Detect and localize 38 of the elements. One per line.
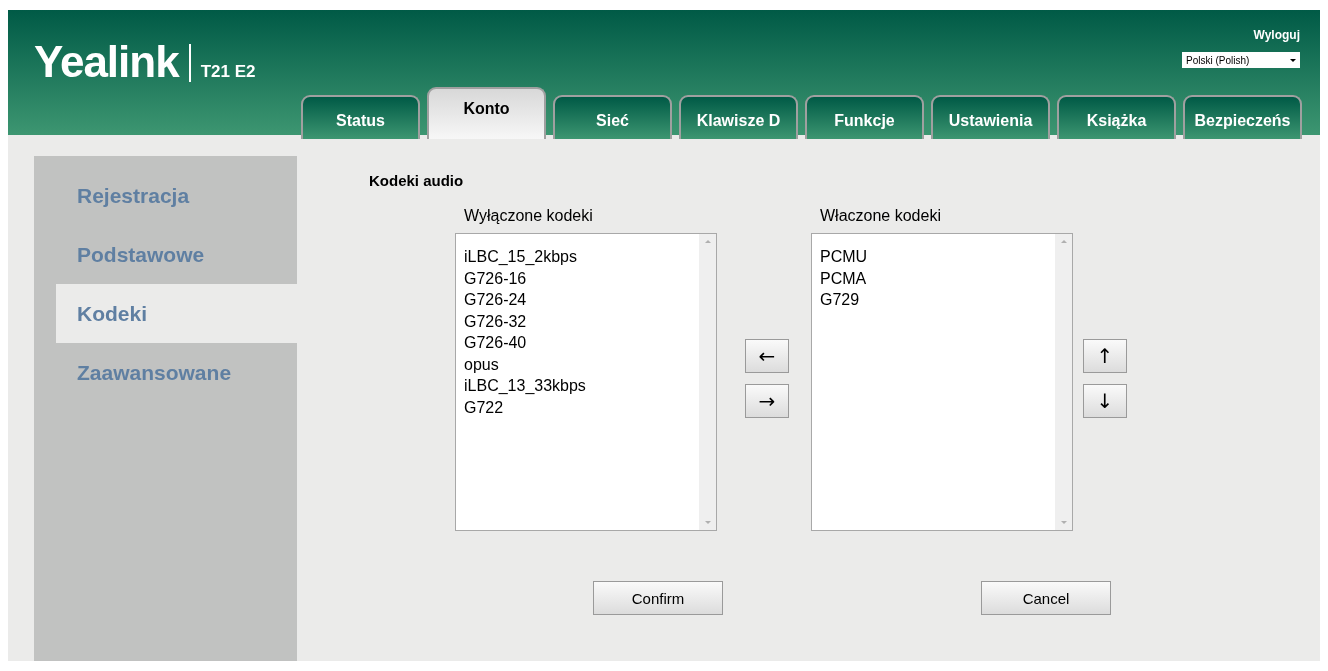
nav-tab[interactable]: Status bbox=[301, 95, 420, 139]
section-title: Kodeki audio bbox=[369, 172, 465, 189]
nav-tab[interactable]: Klawisze D bbox=[679, 95, 798, 139]
move-button[interactable]: ← bbox=[745, 339, 789, 373]
order-button[interactable]: ↑ bbox=[1083, 339, 1127, 373]
codec-option[interactable]: iLBC_13_33kbps bbox=[464, 375, 691, 397]
model-name: T21 E2 bbox=[200, 62, 256, 82]
codec-option[interactable]: G726-24 bbox=[464, 289, 691, 311]
order-button[interactable]: ↓ bbox=[1083, 384, 1127, 418]
scrollbar[interactable] bbox=[699, 234, 716, 530]
logo-divider bbox=[188, 44, 191, 82]
codec-option[interactable]: PCMA bbox=[820, 267, 1047, 289]
list-label: Właczone kodeki bbox=[820, 207, 942, 225]
nav-tab[interactable]: Sieć bbox=[553, 95, 672, 139]
action-button[interactable]: Cancel bbox=[981, 581, 1111, 615]
move-button[interactable]: → bbox=[745, 384, 789, 418]
nav-tab[interactable]: Bezpieczeńs bbox=[1183, 95, 1302, 139]
codec-option[interactable]: opus bbox=[464, 353, 691, 375]
codec-option[interactable]: G722 bbox=[464, 396, 691, 418]
codec-option[interactable]: G726-40 bbox=[464, 332, 691, 354]
nav-tab[interactable]: Konto bbox=[427, 87, 546, 139]
codec-option[interactable]: PCMU bbox=[820, 246, 1047, 268]
nav-tab[interactable]: Funkcje bbox=[805, 95, 924, 139]
codec-option[interactable]: iLBC_15_2kbps bbox=[464, 246, 691, 268]
brand-logo: Yealink bbox=[34, 40, 179, 84]
codec-list[interactable]: PCMU PCMA G729 bbox=[811, 233, 1073, 531]
list-label: Wyłączone kodeki bbox=[464, 207, 594, 225]
caret-icon bbox=[1290, 58, 1296, 62]
codec-list[interactable]: iLBC_15_2kbps G726-16 G726-24 G726-32 G726-40 opus iLBC_13_33kbps G722 bbox=[455, 233, 717, 531]
action-button[interactable]: Confirm bbox=[593, 581, 723, 615]
codec-option[interactable]: G729 bbox=[820, 289, 1047, 311]
codec-option[interactable]: G726-16 bbox=[464, 267, 691, 289]
codec-option[interactable]: G726-32 bbox=[464, 310, 691, 332]
scrollbar[interactable] bbox=[1055, 234, 1072, 530]
nav-tab[interactable]: Ustawienia bbox=[931, 95, 1050, 139]
nav-tab[interactable]: Książka bbox=[1057, 95, 1176, 139]
language-select[interactable]: Polski (Polish) bbox=[1182, 52, 1300, 68]
logout-link[interactable]: Wyloguj bbox=[1253, 28, 1300, 42]
